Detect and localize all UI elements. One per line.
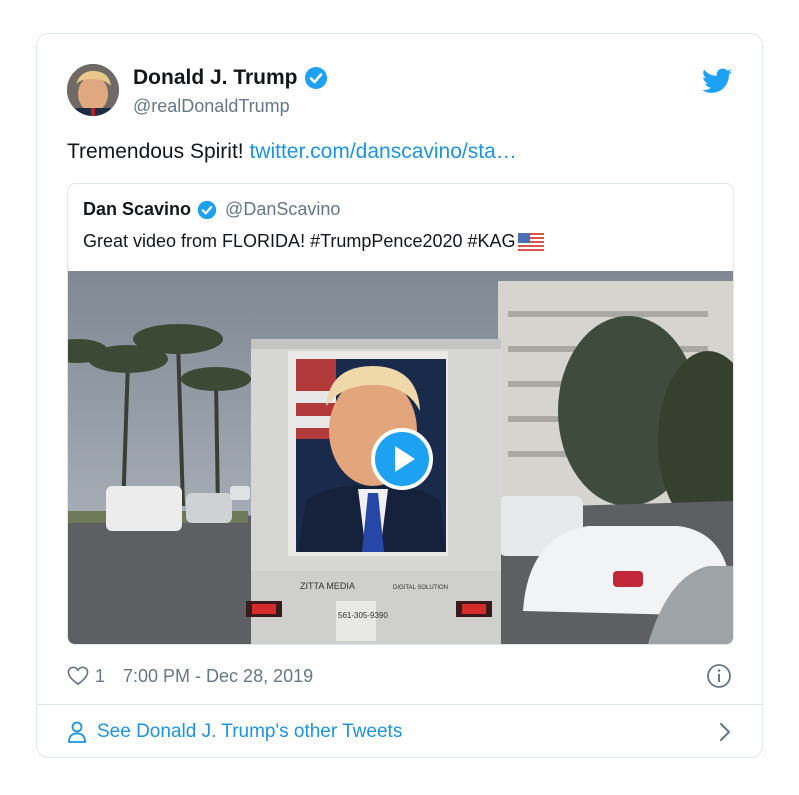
quoted-text: Great video from FLORIDA! #TrumpPence202… [83,231,544,252]
tweet-meta: 1 7:00 PM - Dec 28, 2019 [67,661,732,691]
truck-brand-text: ZITTA MEDIA [300,581,355,591]
timestamp[interactable]: 7:00 PM - Dec 28, 2019 [123,666,313,687]
quoted-author-handle[interactable]: @DanScavino [225,199,340,220]
heart-icon[interactable] [67,666,89,686]
author-name[interactable]: Donald J. Trump [133,66,298,90]
chevron-right-icon[interactable] [718,721,732,743]
verified-icon [197,200,217,219]
info-icon[interactable] [706,663,732,689]
tweet-link[interactable]: twitter.com/danscavino/sta… [249,140,516,163]
play-icon[interactable] [371,428,433,490]
verified-icon [304,67,327,89]
author-name-row: Donald J. Trump [133,66,328,90]
quoted-header: Dan Scavino @DanScavino [83,199,340,220]
tweet-header: Donald J. Trump @realDonaldTrump [67,62,732,122]
divider [37,704,762,705]
quoted-author-name[interactable]: Dan Scavino [83,199,191,220]
truck-phone-text: 561-305-9390 [338,611,388,620]
person-icon [68,721,86,743]
tweet-text: Tremendous Spirit! twitter.com/danscavin… [67,140,517,164]
us-flag-icon [517,232,544,251]
video-thumbnail[interactable]: ZITTA MEDIA DIGITAL SOLUTION 561-305-939… [68,271,733,644]
like-count[interactable]: 1 [95,666,105,687]
quoted-tweet[interactable]: Dan Scavino @DanScavino Great video from… [67,183,734,645]
twitter-bird-icon[interactable] [702,68,732,94]
tweet-body: Tremendous Spirit! [67,140,250,163]
author-handle[interactable]: @realDonaldTrump [133,96,290,117]
quoted-body: Great video from FLORIDA! #TrumpPence202… [83,231,516,251]
other-tweets-link[interactable]: See Donald J. Trump's other Tweets [67,717,732,747]
other-tweets-label[interactable]: See Donald J. Trump's other Tweets [97,721,402,743]
embedded-tweet-card[interactable]: Donald J. Trump @realDonaldTrump Tremend… [36,33,763,758]
avatar[interactable] [67,64,119,116]
truck-sub-text: DIGITAL SOLUTION [393,585,448,591]
